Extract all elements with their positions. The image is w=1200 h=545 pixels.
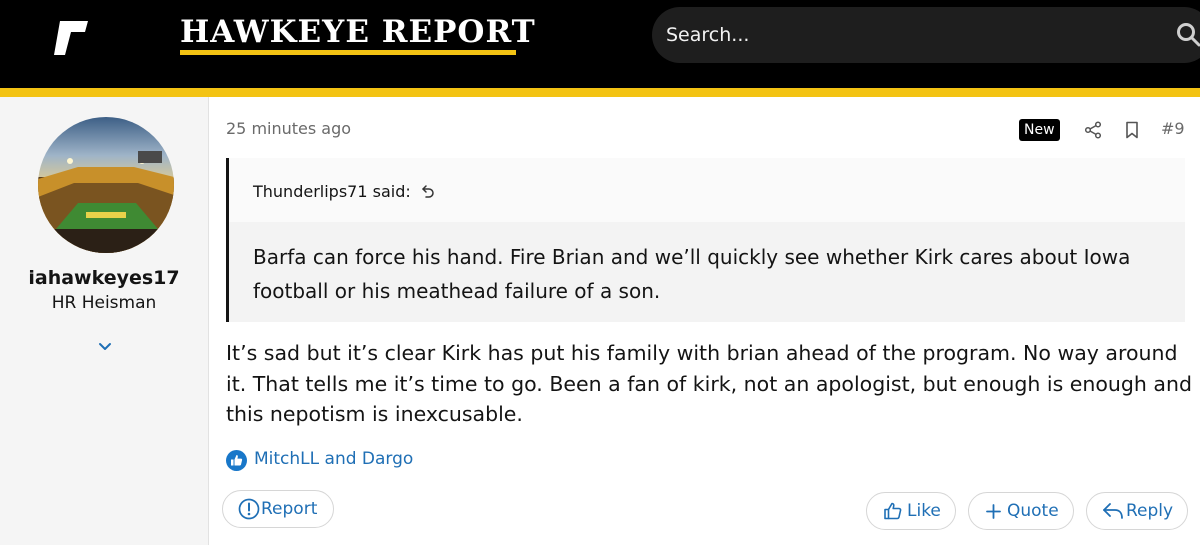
- like-label: Like: [907, 501, 941, 521]
- bookmark-icon[interactable]: [1124, 121, 1140, 139]
- search-icon[interactable]: [1176, 22, 1200, 48]
- post-timestamp[interactable]: 25 minutes ago: [226, 119, 351, 138]
- search-input[interactable]: [666, 21, 1146, 49]
- report-label: Report: [261, 499, 318, 519]
- quote-header[interactable]: Thunderlips71 said:: [229, 158, 1185, 222]
- reply-label: Reply: [1126, 501, 1174, 521]
- search-box[interactable]: [652, 7, 1200, 63]
- reply-icon: [1103, 503, 1123, 519]
- quote-button[interactable]: Quote: [968, 492, 1074, 530]
- thumbs-up-icon: [884, 502, 902, 520]
- reaction-users[interactable]: MitchLL and Dargo: [254, 449, 413, 469]
- new-badge: New: [1019, 119, 1060, 141]
- return-arrow-icon[interactable]: [421, 184, 435, 198]
- post-number[interactable]: #9: [1161, 119, 1185, 138]
- stadium-avatar-image: [38, 117, 174, 253]
- site-brand[interactable]: HAWKEYE REPORT: [180, 15, 536, 55]
- site-header: HAWKEYE REPORT: [0, 0, 1200, 88]
- post-user-sidebar: iahawkeyes17 HR Heisman: [0, 97, 209, 545]
- post-message: It’s sad but it’s clear Kirk has put his…: [226, 341, 1192, 426]
- avatar[interactable]: [38, 117, 174, 253]
- user-title: HR Heisman: [51, 293, 157, 313]
- brand-title: HAWKEYE REPORT: [180, 14, 536, 50]
- chevron-down-icon[interactable]: [97, 341, 113, 353]
- share-icon[interactable]: [1084, 121, 1102, 139]
- report-icon: [238, 498, 260, 520]
- quote-label: Quote: [1007, 501, 1059, 521]
- rivals-logo-icon[interactable]: [52, 17, 88, 57]
- quote-author[interactable]: Thunderlips71 said:: [253, 182, 411, 201]
- brand-underline: [180, 50, 516, 55]
- quote-block: Thunderlips71 said: Barfa can force his …: [226, 158, 1185, 322]
- username[interactable]: iahawkeyes17: [0, 267, 208, 289]
- like-button[interactable]: Like: [866, 492, 956, 530]
- header-accent-bar: [0, 88, 1200, 97]
- like-reaction-icon: [226, 450, 247, 471]
- reply-button[interactable]: Reply: [1086, 492, 1188, 530]
- plus-icon: [986, 504, 1001, 519]
- quote-text: Barfa can force his hand. Fire Brian and…: [253, 245, 1131, 303]
- report-button[interactable]: Report: [222, 490, 334, 528]
